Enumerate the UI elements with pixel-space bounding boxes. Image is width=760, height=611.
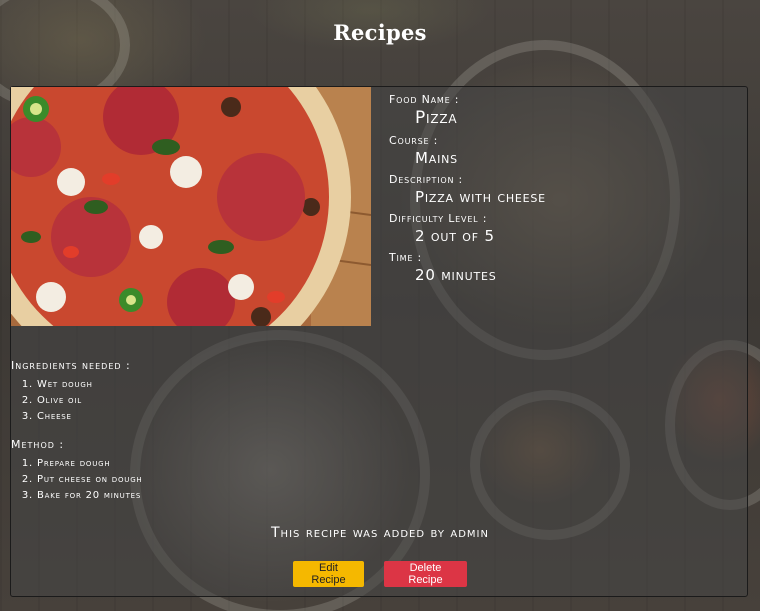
description-value: Pizza with cheese bbox=[415, 188, 546, 206]
list-item: Cheese bbox=[37, 409, 93, 425]
ingredients-list: Wet dough Olive oil Cheese bbox=[11, 377, 93, 425]
difficulty-value: 2 out of 5 bbox=[415, 227, 495, 245]
food-name-label: Food Name : bbox=[389, 93, 460, 106]
page-title: Recipes bbox=[333, 20, 427, 45]
time-value: 20 minutes bbox=[415, 266, 497, 284]
added-by-text: This recipe was added by admin bbox=[271, 525, 489, 541]
course-value: Mains bbox=[415, 149, 458, 167]
list-item: Wet dough bbox=[37, 377, 93, 393]
method-title: Method : bbox=[11, 438, 65, 451]
recipe-image bbox=[11, 87, 371, 326]
list-item: Olive oil bbox=[37, 393, 93, 409]
edit-recipe-button[interactable]: Edit Recipe bbox=[293, 561, 364, 587]
course-label: Course : bbox=[389, 134, 439, 147]
list-item: Put cheese on dough bbox=[37, 472, 143, 488]
time-label: Time : bbox=[389, 251, 423, 264]
recipe-details: Food Name : Pizza Course : Mains Descrip… bbox=[389, 93, 729, 290]
delete-recipe-button[interactable]: Delete Recipe bbox=[384, 561, 467, 587]
description-label: Description : bbox=[389, 173, 464, 186]
recipe-card: Food Name : Pizza Course : Mains Descrip… bbox=[10, 86, 748, 597]
list-item: Prepare dough bbox=[37, 456, 143, 472]
list-item: Bake for 20 minutes bbox=[37, 488, 143, 504]
food-name-value: Pizza bbox=[415, 108, 458, 128]
method-list: Prepare dough Put cheese on dough Bake f… bbox=[11, 456, 143, 504]
difficulty-label: Difficulty Level : bbox=[389, 212, 488, 225]
ingredients-title: Ingredients needed : bbox=[11, 359, 131, 372]
